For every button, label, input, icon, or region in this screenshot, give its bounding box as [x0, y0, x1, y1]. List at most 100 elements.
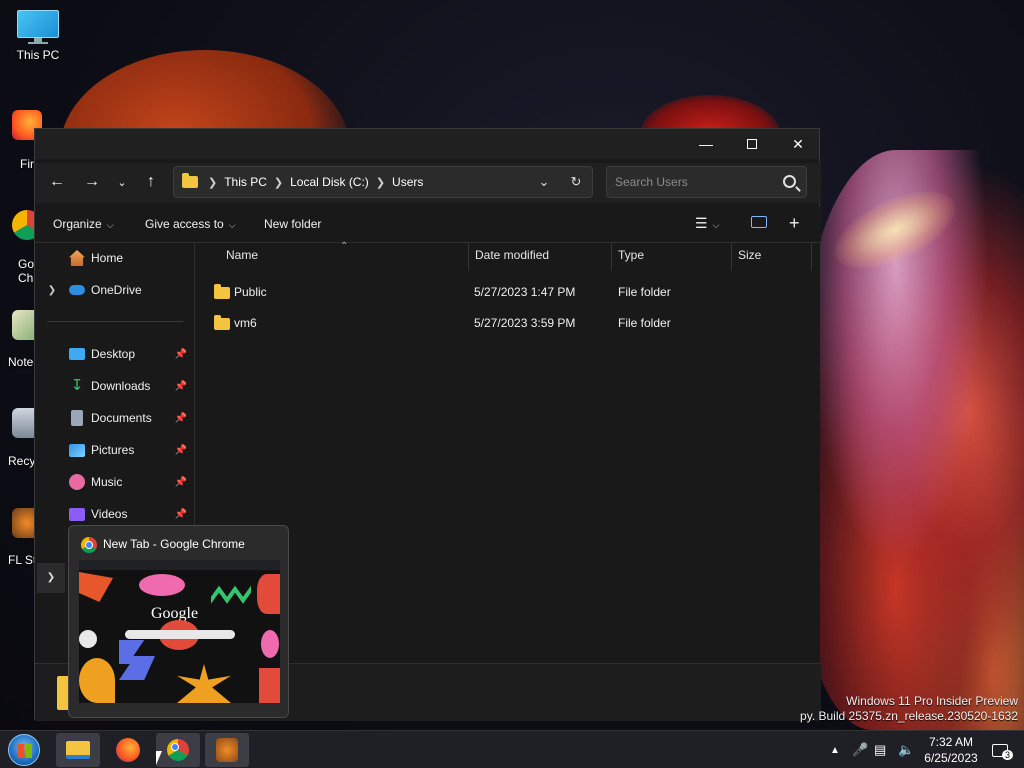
column-header-size[interactable]: Size [732, 243, 812, 271]
chevron-down-icon: ⌵ [106, 220, 114, 230]
view-options-button[interactable]: ☰ ⌵ [695, 215, 719, 232]
show-hidden-icons-button[interactable]: ▲ [830, 731, 840, 768]
back-button[interactable]: ← [42, 167, 72, 197]
recent-locations-button[interactable]: ⌄ [107, 167, 137, 197]
nav-item-documents[interactable]: Documents 📌 [35, 403, 195, 433]
breadcrumb-local-disk[interactable]: Local Disk (C:) [290, 175, 369, 189]
maximize-button[interactable] [729, 129, 775, 159]
desktop-icon-label: Recy [8, 454, 36, 468]
nav-item-label: Pictures [91, 443, 135, 457]
search-box[interactable] [606, 166, 807, 198]
chevron-right-icon: ❯ [375, 176, 386, 189]
windows-logo-icon [18, 744, 32, 758]
clock[interactable]: 7:32 AM 6/25/2023 [920, 734, 982, 766]
title-bar[interactable]: — ✕ [35, 129, 819, 159]
file-date: 5/27/2023 3:59 PM [474, 316, 576, 330]
download-icon: ↧ [70, 377, 84, 394]
nav-item-home[interactable]: Home [35, 243, 195, 273]
desktop-icon-this-pc[interactable]: This PC [3, 10, 73, 62]
address-bar[interactable]: ❯ This PC ❯ Local Disk (C:) ❯ Users ⌄ ↻ [173, 166, 593, 198]
table-row[interactable]: Public 5/27/2023 1:47 PM File folder [196, 277, 820, 307]
pin-icon[interactable]: 📌 [175, 477, 187, 488]
file-name: Public [234, 285, 267, 299]
microphone-icon[interactable]: 🎤 [852, 731, 868, 768]
watermark-build: py. Build 25375.zn_release.230520-1632 [800, 709, 1018, 723]
column-label: Date modified [475, 248, 550, 262]
expand-nav-button[interactable]: ❯ [37, 563, 65, 593]
nav-item-onedrive[interactable]: ❯ OneDrive [35, 275, 195, 305]
column-headers: Name ⌃ Date modified Type Size [196, 241, 820, 271]
music-icon [69, 474, 85, 490]
minimize-button[interactable]: — [683, 129, 729, 159]
breadcrumb-users[interactable]: Users [392, 175, 423, 189]
new-folder-button[interactable]: New folder [264, 217, 321, 231]
column-header-name[interactable]: Name ⌃ [220, 241, 468, 271]
decor-shape [259, 668, 280, 703]
volume-icon[interactable]: 🔈 [898, 731, 914, 768]
nav-item-desktop[interactable]: Desktop 📌 [35, 339, 195, 369]
pin-icon[interactable]: 📌 [175, 445, 187, 456]
folder-icon [214, 315, 230, 330]
minimize-icon: — [699, 136, 713, 152]
folder-icon [182, 173, 198, 188]
preview-pane-button[interactable] [751, 216, 767, 231]
forward-button[interactable]: → [77, 167, 107, 197]
search-icon[interactable] [783, 175, 796, 188]
breadcrumb-this-pc[interactable]: This PC [224, 175, 267, 189]
address-row: ← → ⌄ ↑ ❯ This PC ❯ Local Disk (C:) ❯ Us… [35, 163, 821, 203]
nav-item-label: OneDrive [91, 283, 142, 297]
nav-item-music[interactable]: Music 📌 [35, 467, 195, 497]
taskbar-firefox[interactable] [106, 733, 150, 767]
new-folder-label: New folder [264, 217, 322, 231]
pin-icon[interactable]: 📌 [175, 381, 187, 392]
column-header-type[interactable]: Type [612, 243, 732, 271]
organize-menu[interactable]: Organize ⌵ [53, 217, 114, 231]
sort-up-icon: ⌃ [340, 241, 349, 252]
fl-studio-icon [216, 738, 238, 762]
desktop-icon-label: Note [8, 355, 34, 369]
preview-thumbnail[interactable]: Google [79, 560, 280, 703]
nav-item-label: Desktop [91, 347, 136, 361]
notification-center-button[interactable]: 3 [992, 731, 1019, 768]
network-icon[interactable]: ▤ [874, 731, 886, 768]
nav-item-label: Documents [91, 411, 152, 425]
search-input[interactable] [615, 174, 775, 190]
taskbar-thumbnail-preview[interactable]: New Tab - Google Chrome Google [68, 525, 289, 718]
file-type: File folder [618, 316, 671, 330]
nav-divider [47, 321, 183, 322]
address-history-chevron-icon[interactable]: ⌄ [528, 174, 560, 190]
command-bar: Organize ⌵ Give access to ⌵ New folder ☰ ⌵ … [35, 207, 821, 243]
cloud-icon [69, 285, 85, 295]
file-name: vm6 [234, 316, 257, 330]
start-button[interactable] [8, 734, 40, 766]
taskbar-fl-studio[interactable] [205, 733, 249, 767]
desktop-icon [69, 348, 85, 360]
close-button[interactable]: ✕ [775, 129, 821, 159]
chevron-down-icon: ⌵ [712, 220, 720, 230]
give-access-menu[interactable]: Give access to ⌵ [145, 217, 236, 231]
chevron-down-icon: ⌄ [117, 176, 127, 189]
taskbar-chrome[interactable] [156, 733, 200, 767]
close-icon: ✕ [792, 135, 804, 152]
pin-icon[interactable]: 📌 [175, 509, 187, 520]
up-button[interactable]: ↑ [136, 167, 166, 197]
pictures-icon [69, 443, 85, 457]
file-type: File folder [618, 285, 671, 299]
refresh-icon[interactable]: ↻ [560, 174, 592, 190]
clock-date: 6/25/2023 [924, 751, 978, 765]
pin-icon[interactable]: 📌 [175, 413, 187, 424]
new-item-button[interactable]: + [789, 213, 800, 234]
nav-item-downloads[interactable]: ↧ Downloads 📌 [35, 371, 195, 401]
column-header-date[interactable]: Date modified [468, 243, 612, 271]
preview-pane-icon [751, 216, 767, 228]
expand-chevron-icon[interactable]: ❯ [45, 285, 59, 296]
maximize-icon [747, 139, 757, 149]
pin-icon[interactable]: 📌 [175, 349, 187, 360]
taskbar: ▲ 🎤 ▤ 🔈 7:32 AM 6/25/2023 3 [0, 730, 1024, 768]
table-row[interactable]: vm6 5/27/2023 3:59 PM File folder [196, 308, 820, 338]
taskbar-file-explorer[interactable] [56, 733, 100, 767]
arrow-left-icon: ← [49, 173, 65, 190]
chrome-icon [167, 739, 189, 761]
nav-item-pictures[interactable]: Pictures 📌 [35, 435, 195, 465]
chevron-right-icon: ❯ [46, 572, 56, 583]
